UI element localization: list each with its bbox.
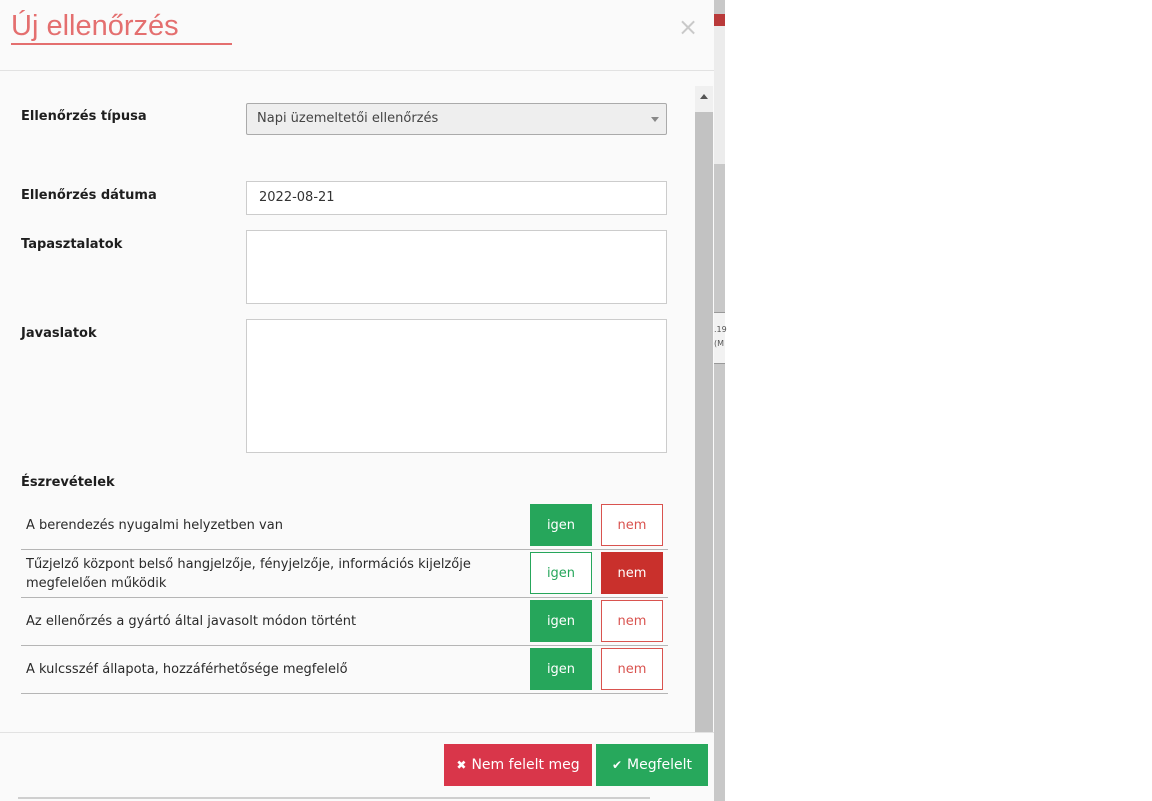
observation-text: A kulcsszéf állapota, hozzáférhetősége m… bbox=[26, 662, 348, 677]
scrollbar-thumb[interactable] bbox=[695, 112, 713, 732]
modal-body: Ellenőrzés típusa Napi üzemeltetői ellen… bbox=[0, 72, 714, 732]
modal-title: Új ellenőrzés bbox=[11, 10, 179, 42]
observation-text: A berendezés nyugalmi helyzetben van bbox=[26, 518, 283, 533]
observation-text: Az ellenőrzés a gyártó által javasolt mó… bbox=[26, 614, 357, 629]
observation-row: Az ellenőrzés a gyártó által javasolt mó… bbox=[21, 598, 668, 646]
scroll-up-icon[interactable] bbox=[700, 94, 708, 99]
observation-row: Tűzjelző központ belső hangjelzője, fény… bbox=[21, 550, 668, 598]
yes-button[interactable]: igen bbox=[530, 504, 592, 546]
yes-button[interactable]: igen bbox=[530, 648, 592, 690]
observation-row: A kulcsszéf állapota, hozzáférhetősége m… bbox=[21, 646, 668, 694]
yes-button[interactable]: igen bbox=[530, 600, 592, 642]
type-label: Ellenőrzés típusa bbox=[21, 109, 147, 124]
observation-text: Tűzjelző központ belső hangjelzője, fény… bbox=[26, 556, 471, 591]
experiences-label: Tapasztalatok bbox=[21, 237, 123, 252]
date-input[interactable]: 2022-08-21 bbox=[246, 181, 667, 215]
no-button[interactable]: nem bbox=[601, 504, 663, 546]
modal-header: Új ellenőrzés × bbox=[0, 0, 714, 71]
background-snippet-line: .19 bbox=[714, 325, 727, 334]
not-passed-button[interactable]: ✖ Nem felelt meg bbox=[444, 744, 592, 786]
modal-scrollbar[interactable] bbox=[695, 86, 713, 732]
title-underline bbox=[11, 43, 232, 45]
type-select[interactable]: Napi üzemeltetői ellenőrzés bbox=[246, 103, 667, 135]
chevron-down-icon bbox=[651, 117, 659, 122]
no-button[interactable]: nem bbox=[601, 600, 663, 642]
close-icon[interactable]: × bbox=[678, 12, 698, 42]
type-select-value: Napi üzemeltetői ellenőrzés bbox=[257, 111, 439, 126]
background-snippet-line: (M bbox=[714, 339, 725, 348]
suggestions-textarea[interactable] bbox=[246, 319, 667, 453]
date-label: Ellenőrzés dátuma bbox=[21, 188, 157, 203]
modal-footer: ✖ Nem felelt meg ✔ Megfelelt bbox=[0, 732, 714, 801]
footer-divider bbox=[18, 797, 650, 799]
new-inspection-modal: Új ellenőrzés × Ellenőrzés típusa Napi ü… bbox=[0, 0, 714, 801]
background-red-bar bbox=[714, 14, 725, 26]
background-panel bbox=[714, 26, 725, 164]
passed-button[interactable]: ✔ Megfelelt bbox=[596, 744, 708, 786]
background-page: .19 (M bbox=[714, 0, 727, 801]
observations-title: Észrevételek bbox=[21, 475, 115, 490]
passed-label: Megfelelt bbox=[627, 757, 693, 773]
no-button[interactable]: nem bbox=[601, 552, 663, 594]
experiences-textarea[interactable] bbox=[246, 230, 667, 304]
observation-row: A berendezés nyugalmi helyzetben van ige… bbox=[21, 502, 668, 550]
check-icon: ✔ bbox=[611, 758, 623, 772]
yes-button[interactable]: igen bbox=[530, 552, 592, 594]
no-button[interactable]: nem bbox=[601, 648, 663, 690]
not-passed-label: Nem felelt meg bbox=[471, 757, 580, 773]
times-icon: ✖ bbox=[456, 758, 467, 772]
background-snippet: .19 (M bbox=[714, 312, 727, 364]
suggestions-label: Javaslatok bbox=[21, 326, 97, 341]
